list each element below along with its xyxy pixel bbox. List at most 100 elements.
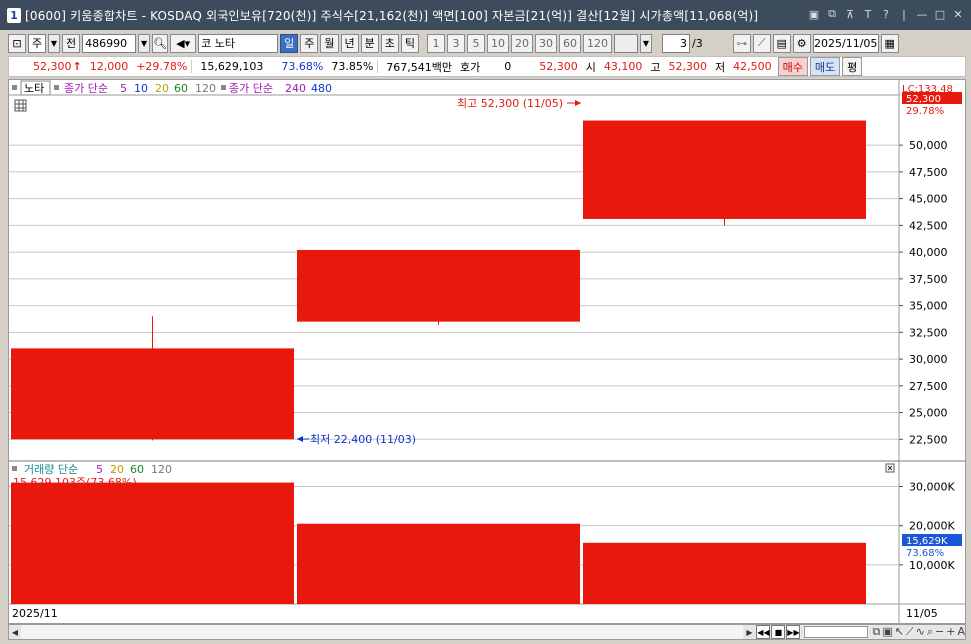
price-tick-label: 27,500 xyxy=(909,380,948,393)
chart-settings-icon[interactable]: ⊡ xyxy=(8,33,26,53)
volume-bar xyxy=(11,482,294,604)
link-icon[interactable]: ▣ xyxy=(807,7,821,21)
legend-marker-icon xyxy=(12,85,17,90)
play-icon[interactable]: ▶▶ xyxy=(786,625,801,639)
chart-scrollbar[interactable]: ◀ ▶ ◀◀ ■ ▶▶ ⧉ ▣ ↖ ⟋ ∿ ⌕ − + A xyxy=(8,624,966,640)
volume-ma-20: 20 xyxy=(110,463,124,476)
restore-icon[interactable]: ⧉ xyxy=(825,7,839,21)
volume-current-label: 15,629,103주(73.68%) xyxy=(13,476,137,489)
tool-wave-icon[interactable]: ∿ xyxy=(916,625,925,639)
hoga-price: 52,300 xyxy=(539,60,578,73)
volume-tick-label: 10,000K xyxy=(909,559,955,572)
legend-marker-icon xyxy=(54,85,59,90)
prev-button[interactable]: 전 xyxy=(62,33,81,53)
gear-icon[interactable]: ⚙ xyxy=(792,33,811,53)
high-value: 52,300 xyxy=(668,60,708,73)
arrow-left-icon xyxy=(297,436,303,442)
volume-legend-label: 거래량 단순 xyxy=(24,463,78,476)
volume-ma-120: 120 xyxy=(151,463,172,476)
legend-marker-icon xyxy=(221,85,226,90)
period-tab-second[interactable]: 초 xyxy=(380,33,399,53)
legend-ma-20: 20 xyxy=(155,82,169,95)
font-size-icon[interactable]: A xyxy=(957,625,965,639)
compare-icon[interactable]: ⊶ xyxy=(732,33,751,53)
price-tick-label: 40,000 xyxy=(909,246,948,259)
scroll-track[interactable] xyxy=(21,625,744,639)
price-tick-label: 22,500 xyxy=(909,433,948,446)
zoom-in-icon[interactable]: + xyxy=(946,625,955,639)
current-price: 52,300 xyxy=(33,60,72,73)
help-icon[interactable]: ? xyxy=(879,7,893,21)
chart-area[interactable]: 50,000 47,500 45,000 42,500 40,000 37,500 35,0… xyxy=(8,79,966,624)
legend-ma-label: 종가 단순 xyxy=(64,82,108,95)
period-tab-tick[interactable]: 틱 xyxy=(400,33,419,53)
open-value: 43,100 xyxy=(603,60,643,73)
tool-line-icon[interactable]: ⟋ xyxy=(906,625,914,639)
maximize-icon[interactable]: □ xyxy=(933,7,947,21)
stop-icon[interactable]: ■ xyxy=(771,625,786,639)
code-dropdown-icon[interactable]: ▼ xyxy=(138,33,151,53)
chevron-down-icon[interactable]: ▼ xyxy=(48,33,60,53)
legend-ma2-label: 종가 단순 xyxy=(229,82,273,95)
period-tab-day[interactable]: 일 xyxy=(280,33,299,53)
eval-button[interactable]: 평 xyxy=(842,57,863,76)
legend-ma-480: 480 xyxy=(311,82,332,95)
close-icon[interactable]: ✕ xyxy=(951,7,965,21)
zoom-out-icon[interactable]: − xyxy=(935,625,944,639)
date-input[interactable]: 2025/11/05 xyxy=(812,33,879,53)
trend-icon[interactable]: ⟋ xyxy=(752,33,771,53)
legend-marker-icon xyxy=(12,466,17,471)
speaker-icon[interactable]: ◀▾ xyxy=(170,33,197,53)
custom-interval-input[interactable] xyxy=(614,33,638,53)
calendar-icon[interactable]: ▦ xyxy=(880,33,899,53)
interval-button[interactable]: 3 xyxy=(447,33,465,53)
legend-ma-60: 60 xyxy=(174,82,188,95)
volume-ma-60: 60 xyxy=(130,463,144,476)
price-change: 12,000 xyxy=(89,60,129,73)
tool-cursor-icon[interactable]: ↖ xyxy=(895,625,904,639)
tool-window-icon[interactable]: ▣ xyxy=(882,625,892,639)
price-tick-label: 45,000 xyxy=(909,193,948,206)
buy-button[interactable]: 매수 xyxy=(777,57,808,76)
page-input[interactable]: 3 xyxy=(662,33,690,53)
interval-button[interactable]: 1 xyxy=(427,33,445,53)
period-tab-week[interactable]: 주 xyxy=(300,33,319,53)
minimize-icon[interactable]: — xyxy=(915,7,929,21)
legend-ma-240: 240 xyxy=(285,82,306,95)
period-tab-month[interactable]: 월 xyxy=(320,33,339,53)
interval-button[interactable]: 5 xyxy=(467,33,485,53)
interval-button[interactable]: 60 xyxy=(559,33,581,53)
open-label: 시 xyxy=(585,60,596,74)
stock-name-field[interactable]: 코 노타 xyxy=(198,33,279,53)
sell-button[interactable]: 매도 xyxy=(809,57,841,76)
current-price-tag: 52,300 xyxy=(906,94,941,105)
search-icon[interactable]: 🔍︎ xyxy=(152,33,169,53)
trade-value: 767,541백만 xyxy=(386,60,453,74)
interval-button[interactable]: 120 xyxy=(583,33,612,53)
period-tab-year[interactable]: 년 xyxy=(340,33,359,53)
pin-icon[interactable]: ⊼ xyxy=(843,7,857,21)
tool-search-icon[interactable]: ⌕ xyxy=(927,625,933,639)
low-label: 저 xyxy=(715,60,726,74)
market-tag: 코 xyxy=(201,37,212,50)
scroll-left-icon[interactable]: ◀ xyxy=(9,625,21,639)
period-tab-minute[interactable]: 분 xyxy=(360,33,379,53)
stock-code-input[interactable]: 486990 xyxy=(82,33,137,53)
price-tick-label: 37,500 xyxy=(909,273,948,286)
interval-button[interactable]: 10 xyxy=(487,33,509,53)
period-select[interactable]: 주 xyxy=(28,33,46,53)
table-view-icon[interactable] xyxy=(14,99,27,112)
low-value: 42,500 xyxy=(733,60,772,73)
legend-ma-5: 5 xyxy=(120,82,127,95)
font-icon[interactable]: T xyxy=(861,7,875,21)
interval-button[interactable]: 20 xyxy=(511,33,533,53)
price-tick-label: 42,500 xyxy=(909,219,948,232)
scroll-right-icon[interactable]: ▶ xyxy=(743,625,755,639)
first-page-icon[interactable]: ◀◀ xyxy=(756,625,771,639)
save-icon[interactable]: ▤ xyxy=(772,33,791,53)
interval-dropdown-icon[interactable]: ▼ xyxy=(640,33,652,53)
tool-copy-icon[interactable]: ⧉ xyxy=(872,625,880,639)
candlestick-chart[interactable]: 50,000 47,500 45,000 42,500 40,000 37,500 35,0… xyxy=(9,80,965,623)
interval-button[interactable]: 30 xyxy=(535,33,557,53)
zoom-slider[interactable] xyxy=(804,626,869,638)
